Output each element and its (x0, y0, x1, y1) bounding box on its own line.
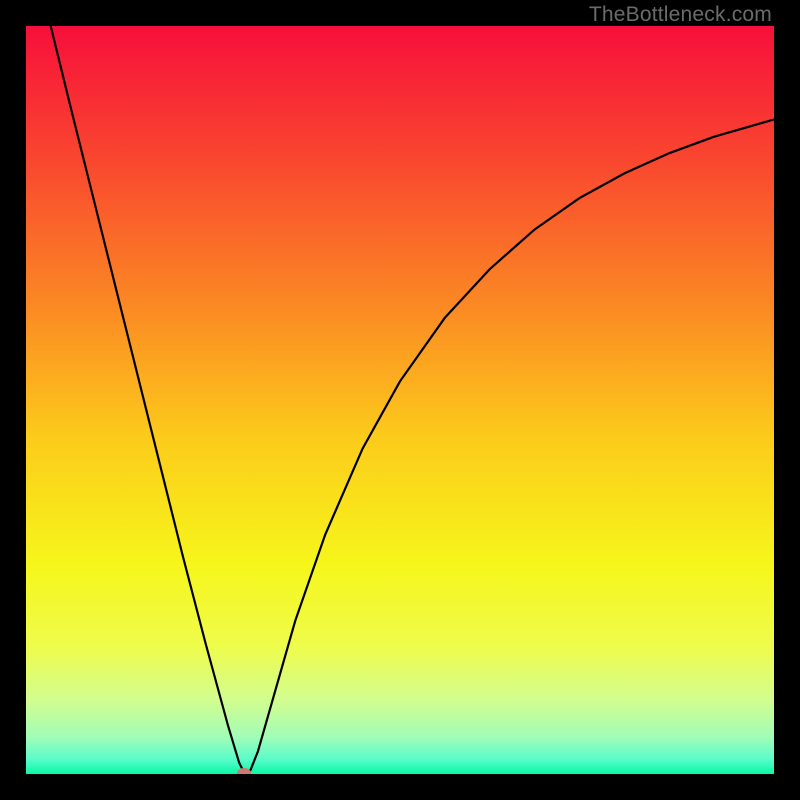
plot-area (26, 26, 774, 774)
bottleneck-curve (26, 26, 774, 774)
optimum-marker (237, 768, 251, 774)
watermark-text: TheBottleneck.com (589, 3, 772, 27)
chart-container: TheBottleneck.com (0, 0, 800, 800)
